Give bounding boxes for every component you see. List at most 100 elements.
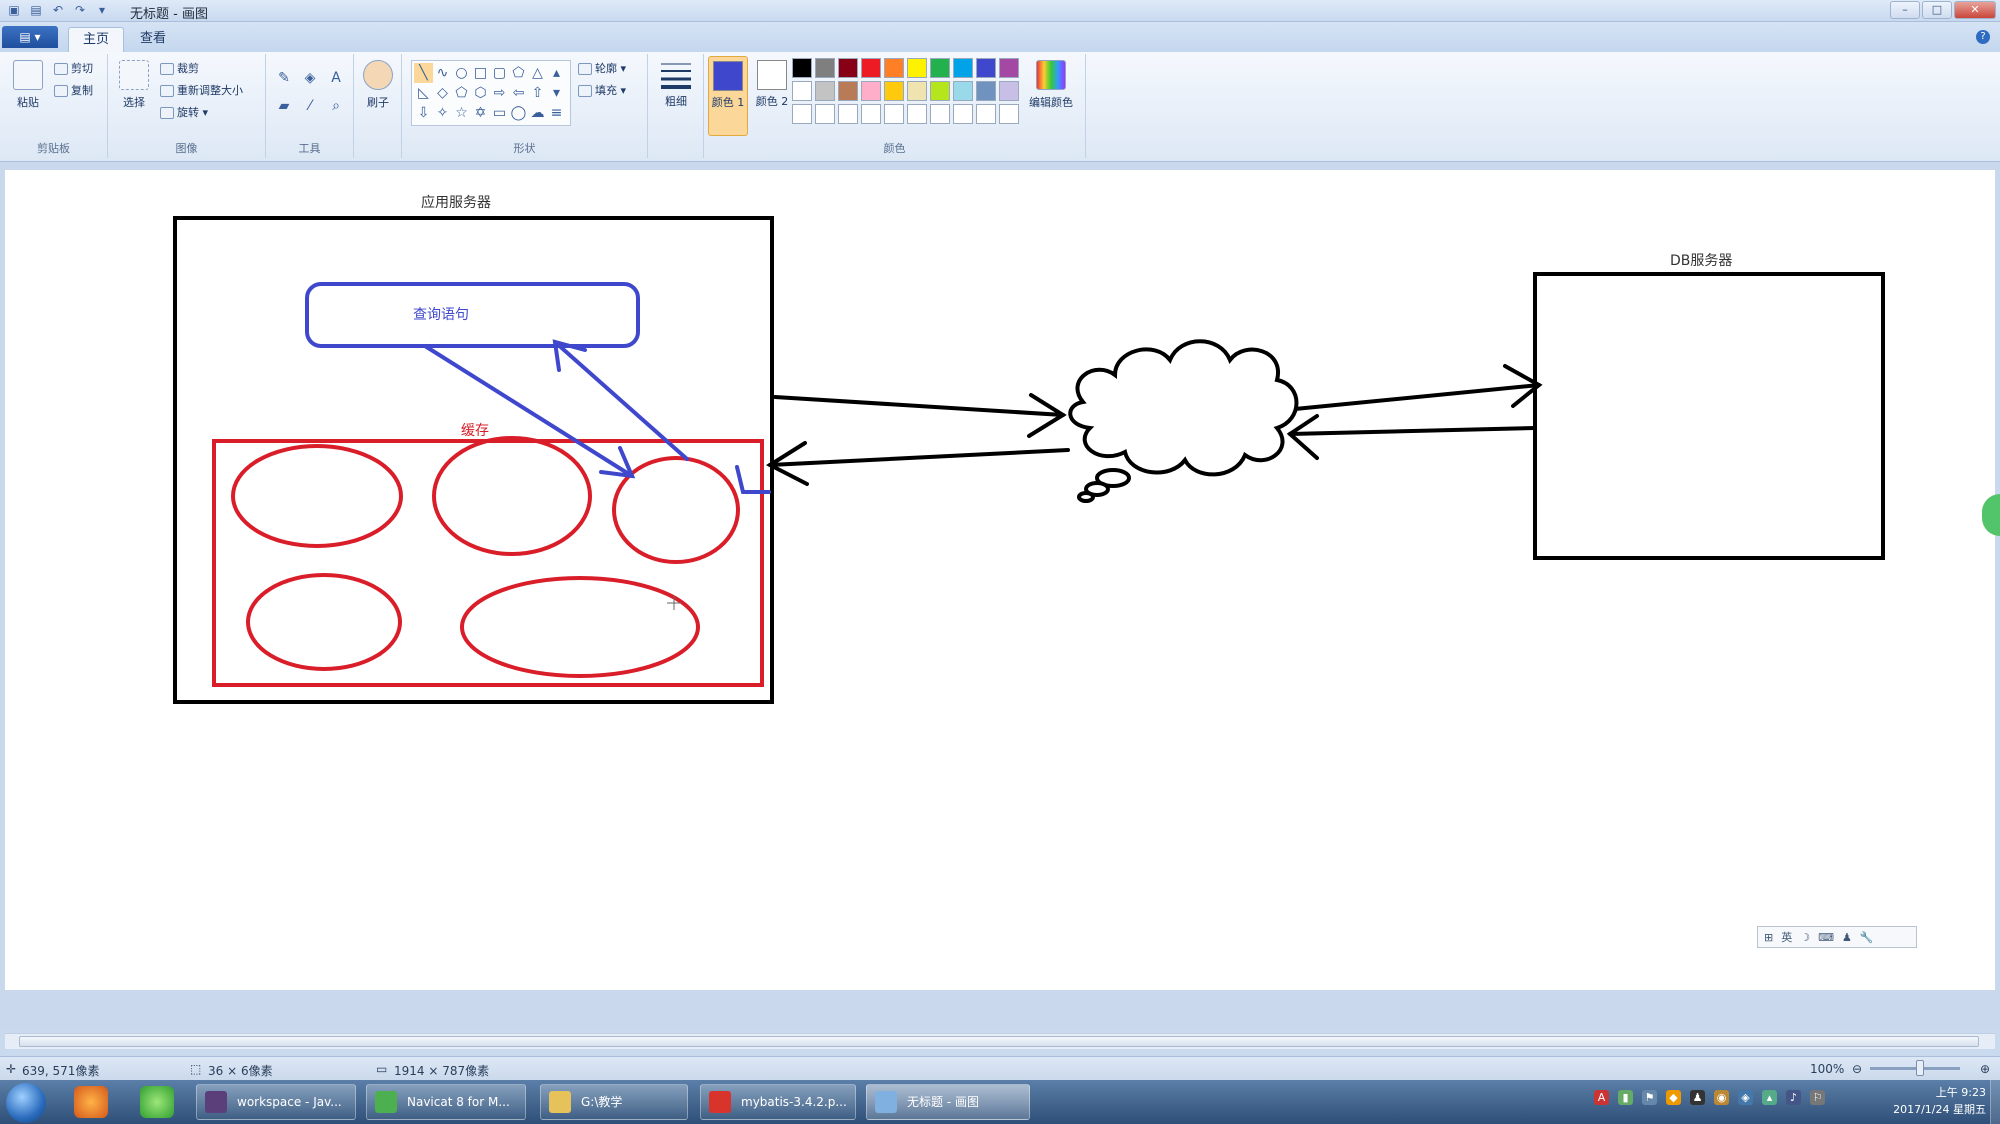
palette-swatch[interactable] xyxy=(838,81,858,101)
crop-button[interactable]: 裁剪 xyxy=(160,60,199,76)
tray-action-center-icon[interactable]: ⚐ xyxy=(1810,1090,1825,1105)
maximize-button[interactable]: □ xyxy=(1922,1,1952,19)
taskbar-button[interactable]: mybatis-3.4.2.p... xyxy=(700,1084,856,1120)
file-menu-button[interactable]: ▤ ▾ xyxy=(2,26,58,48)
horizontal-scrollbar[interactable] xyxy=(5,1033,1995,1049)
palette-swatch[interactable] xyxy=(861,58,881,78)
fill-button[interactable]: 填充 ▾ xyxy=(578,82,626,98)
palette-swatch[interactable] xyxy=(792,104,812,124)
pentagon-shape-icon[interactable]: ⬠ xyxy=(452,83,471,103)
fill-bucket-icon[interactable]: ◈ xyxy=(300,68,320,88)
undo-icon[interactable]: ↶ xyxy=(50,2,66,18)
zoom-in-icon[interactable]: ⊕ xyxy=(1980,1062,1990,1076)
close-button[interactable]: ✕ xyxy=(1954,1,1996,19)
app-menu-icon[interactable]: ▣ xyxy=(6,2,22,18)
six-point-star-shape-icon[interactable]: ✡ xyxy=(471,103,490,123)
palette-swatch[interactable] xyxy=(815,81,835,101)
palette-swatch[interactable] xyxy=(884,104,904,124)
taskbar-button[interactable]: workspace - Jav... xyxy=(196,1084,356,1120)
right-triangle-shape-icon[interactable]: ◺ xyxy=(414,83,433,103)
select-button[interactable]: 选择 xyxy=(116,60,152,110)
scroll-down-icon[interactable]: ▾ xyxy=(547,83,566,103)
palette-swatch[interactable] xyxy=(838,58,858,78)
palette-swatch[interactable] xyxy=(953,81,973,101)
taskbar-button[interactable]: Navicat 8 for M... xyxy=(366,1084,526,1120)
line-shape-icon[interactable]: ╲ xyxy=(414,63,433,83)
callout-rect-shape-icon[interactable]: ▭ xyxy=(490,103,509,123)
tab-home[interactable]: 主页 xyxy=(68,27,125,52)
outline-button[interactable]: 轮廓 ▾ xyxy=(578,60,626,76)
palette-swatch[interactable] xyxy=(930,104,950,124)
resize-button[interactable]: 重新调整大小 xyxy=(160,82,243,98)
minimize-button[interactable]: – xyxy=(1890,1,1920,19)
cut-button[interactable]: 剪切 xyxy=(54,60,93,76)
copy-button[interactable]: 复制 xyxy=(54,82,93,98)
ime-keyboard-icon[interactable]: ⌨ xyxy=(1818,931,1834,944)
callout-oval-shape-icon[interactable]: ◯ xyxy=(509,103,528,123)
firefox-icon[interactable] xyxy=(74,1086,108,1118)
more-shapes-icon[interactable]: ≡ xyxy=(547,103,566,123)
pencil-icon[interactable]: ✎ xyxy=(274,68,294,88)
palette-swatch[interactable] xyxy=(999,104,1019,124)
color1-button[interactable]: 颜色 1 xyxy=(708,56,748,136)
magnifier-icon[interactable]: ⌕ xyxy=(326,96,346,116)
triangle-shape-icon[interactable]: △ xyxy=(528,63,547,83)
rounded-rectangle-shape-icon[interactable]: ▢ xyxy=(490,63,509,83)
tab-view[interactable]: 查看 xyxy=(126,27,180,52)
tray-network-icon[interactable]: ▴ xyxy=(1762,1090,1777,1105)
zoom-slider-thumb[interactable] xyxy=(1916,1060,1924,1076)
taskbar-button[interactable]: 无标题 - 画图 xyxy=(866,1084,1030,1120)
taskbar-clock[interactable]: 上午 9:23 2017/1/24 星期五 xyxy=(1893,1084,1986,1118)
callout-cloud-shape-icon[interactable]: ☁ xyxy=(528,103,547,123)
zoom-slider[interactable] xyxy=(1870,1067,1960,1070)
hexagon-shape-icon[interactable]: ⬡ xyxy=(471,83,490,103)
palette-swatch[interactable] xyxy=(907,104,927,124)
tray-volume-icon[interactable]: ♪ xyxy=(1786,1090,1801,1105)
palette-swatch[interactable] xyxy=(953,58,973,78)
tray-flag-icon[interactable]: ⚑ xyxy=(1642,1090,1657,1105)
tray-security-icon[interactable]: ◉ xyxy=(1714,1090,1729,1105)
tray-shield-icon[interactable]: ◈ xyxy=(1738,1090,1753,1105)
color-picker-icon[interactable]: ⁄ xyxy=(300,96,320,116)
palette-swatch[interactable] xyxy=(930,81,950,101)
save-icon[interactable]: ▤ xyxy=(28,2,44,18)
palette-swatch[interactable] xyxy=(815,104,835,124)
palette-swatch[interactable] xyxy=(815,58,835,78)
rotate-button[interactable]: 旋转 ▾ xyxy=(160,104,208,120)
ime-settings-icon[interactable]: 🔧 xyxy=(1860,931,1874,944)
taskbar-button[interactable]: G:\教学 xyxy=(540,1084,688,1120)
ime-logo-icon[interactable]: ⊞ xyxy=(1764,931,1773,944)
size-button[interactable]: 粗细 xyxy=(658,60,694,109)
ime-user-icon[interactable]: ♟ xyxy=(1842,931,1852,944)
edit-colors-button[interactable]: 编辑颜色 xyxy=(1022,60,1080,110)
up-arrow-shape-icon[interactable]: ⇧ xyxy=(528,83,547,103)
palette-swatch[interactable] xyxy=(953,104,973,124)
palette-swatch[interactable] xyxy=(792,81,812,101)
palette-swatch[interactable] xyxy=(930,58,950,78)
scrollbar-thumb[interactable] xyxy=(19,1036,1979,1047)
palette-swatch[interactable] xyxy=(792,58,812,78)
five-point-star-shape-icon[interactable]: ☆ xyxy=(452,103,471,123)
palette-swatch[interactable] xyxy=(907,81,927,101)
tray-app-icon[interactable]: A xyxy=(1594,1090,1609,1105)
diamond-shape-icon[interactable]: ◇ xyxy=(433,83,452,103)
tray-battery-icon[interactable]: ▮ xyxy=(1618,1090,1633,1105)
palette-swatch[interactable] xyxy=(884,81,904,101)
start-button[interactable] xyxy=(6,1083,46,1123)
curve-shape-icon[interactable]: ∿ xyxy=(433,63,452,83)
palette-swatch[interactable] xyxy=(907,58,927,78)
scroll-up-icon[interactable]: ▴ xyxy=(547,63,566,83)
ime-lang-toggle[interactable]: 英 xyxy=(1781,929,1792,945)
right-arrow-shape-icon[interactable]: ⇨ xyxy=(490,83,509,103)
drawing-canvas[interactable]: 应用服务器 查询语句 缓存 DB服务器 ⊞ 英 ☽ ⌨ ♟ 🔧 xyxy=(5,170,1995,990)
palette-swatch[interactable] xyxy=(976,81,996,101)
ime-moon-icon[interactable]: ☽ xyxy=(1800,931,1810,944)
paste-button[interactable]: 粘贴 xyxy=(10,60,46,110)
four-point-star-shape-icon[interactable]: ✧ xyxy=(433,103,452,123)
palette-swatch[interactable] xyxy=(838,104,858,124)
rectangle-shape-icon[interactable]: □ xyxy=(471,63,490,83)
eraser-icon[interactable]: ▰ xyxy=(274,96,294,116)
text-icon[interactable]: A xyxy=(326,68,346,88)
brushes-button[interactable]: 刷子 xyxy=(360,60,396,110)
help-icon[interactable]: ? xyxy=(1976,30,1990,44)
